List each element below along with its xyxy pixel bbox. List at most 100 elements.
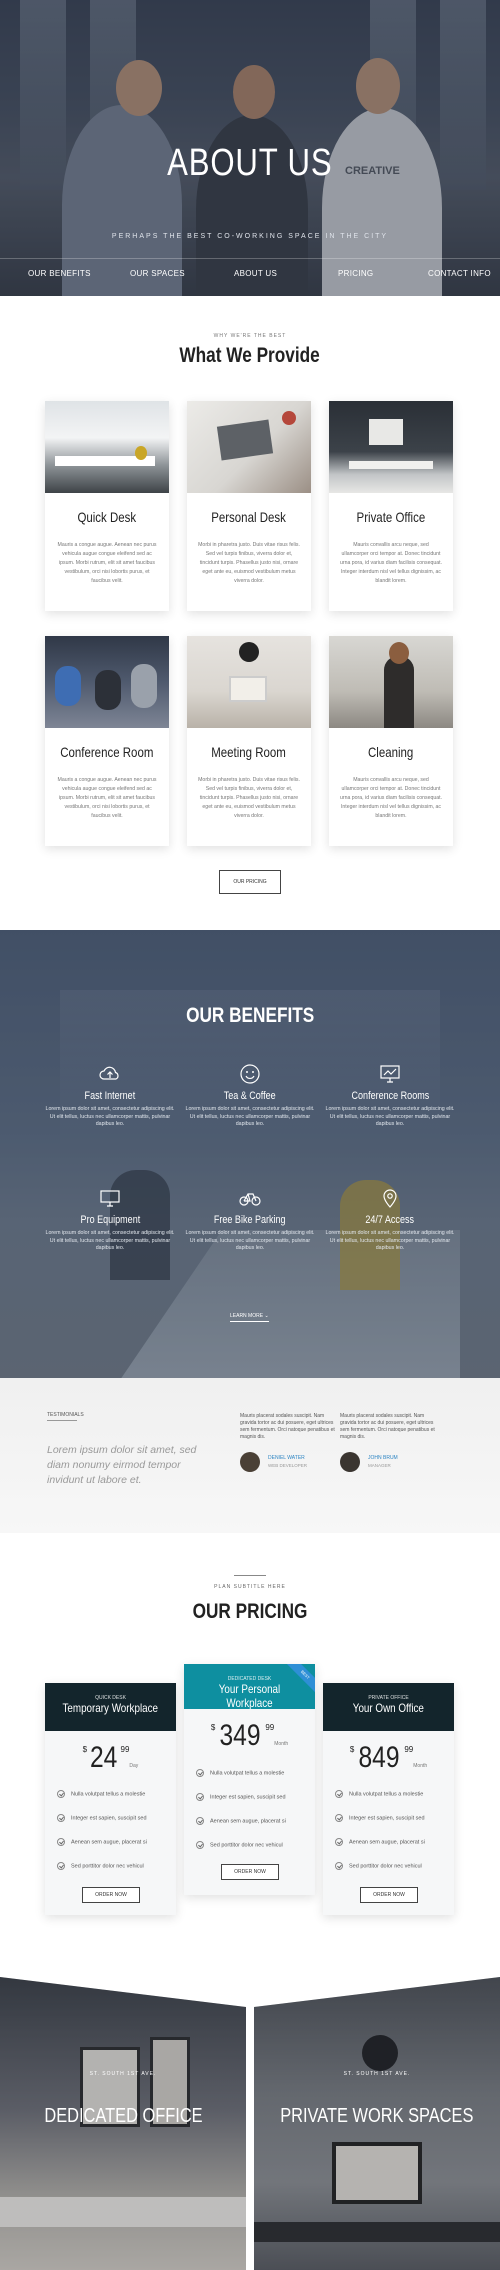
benefit-text: Lorem ipsum dolor sit amet, consectetur … — [45, 1230, 175, 1251]
plan-feature: Integer est sapien, suscipit sed — [57, 1814, 147, 1822]
monitor-icon — [100, 1190, 120, 1207]
testimonial-name: DENIEL WATER — [268, 1455, 305, 1461]
service-card-meeting-room[interactable]: Meeting Room Morbi in pharetra justo. Du… — [187, 636, 311, 846]
card-title: Personal Desk — [211, 509, 287, 525]
page-title: ABOUT US — [167, 142, 333, 184]
person-shape — [131, 664, 157, 708]
card-photo — [187, 636, 311, 728]
benefit-title: Pro Equipment — [80, 1214, 140, 1226]
divider — [234, 1575, 266, 1576]
benefit-title: Conference Rooms — [351, 1090, 429, 1102]
provide-kicker: WHY WE'RE THE BEST — [213, 333, 287, 339]
avatar — [240, 1452, 260, 1472]
check-icon — [196, 1793, 204, 1801]
plan-price: $349 99Month — [210, 1719, 289, 1752]
nav-pricing[interactable]: PRICING — [338, 269, 373, 278]
card-text: Mauris a congue augue. Aenean nec purus … — [57, 542, 157, 584]
testimonials-label: TESTIMONIALS — [47, 1412, 84, 1418]
order-now-button[interactable]: ORDER NOW — [221, 1864, 279, 1880]
plan-feature: Aenean sem augue, placerat si — [57, 1838, 147, 1846]
card-title: Cleaning — [368, 744, 414, 760]
panel-title: DEDICATED OFFICE — [43, 2105, 203, 2127]
card-title: Conference Room — [60, 744, 154, 760]
pricing-kicker: PLAN SUBTITLE HERE — [214, 1584, 286, 1590]
private-work-spaces-panel[interactable]: ST. SOUTH 1ST AVE. PRIVATE WORK SPACES — [254, 1977, 500, 2270]
order-now-button[interactable]: ORDER NOW — [360, 1887, 418, 1903]
order-now-button[interactable]: ORDER NOW — [82, 1887, 140, 1903]
frame-shape — [369, 419, 403, 445]
testimonials-quote: Lorem ipsum dolor sit amet, sed diam non… — [47, 1444, 197, 1486]
check-icon — [196, 1769, 204, 1777]
hero-subtitle: PERHAPS THE BEST CO-WORKING SPACE IN THE… — [111, 233, 389, 240]
card-text: Mauris a congue augue. Aenean nec purus … — [57, 777, 157, 819]
chevron-down-icon: ⌄ — [264, 1313, 269, 1319]
plan-feature: Aenean sem augue, placerat si — [335, 1838, 425, 1846]
plan-name: Your Own Office — [352, 1701, 425, 1715]
plan-feature: Sed porttitor dolor nec vehicul — [196, 1841, 283, 1849]
service-card-conference-room[interactable]: Conference Room Mauris a congue augue. A… — [45, 636, 169, 846]
person-shape — [384, 656, 414, 728]
service-card-cleaning[interactable]: Cleaning Mauris convallis arcu neque, se… — [329, 636, 453, 846]
plan-feature: Nulla volutpat tellus a molestie — [57, 1790, 145, 1798]
section-nav: OUR BENEFITS OUR SPACES ABOUT US PRICING… — [0, 258, 500, 290]
service-card-quick-desk[interactable]: Quick Desk Mauris a congue augue. Aenean… — [45, 401, 169, 611]
testimonial-text: Mauris placerat sodales suscipit. Nam gr… — [340, 1413, 435, 1440]
dedicated-office-panel[interactable]: ST. SOUTH 1ST AVE. DEDICATED OFFICE — [0, 1977, 246, 2270]
learn-more-link[interactable]: LEARN MORE ⌄ — [230, 1313, 269, 1322]
cloud-upload-icon — [99, 1066, 119, 1080]
pricing-title: OUR PRICING — [192, 1600, 308, 1623]
person-head — [389, 642, 409, 664]
card-text: Morbi in pharetra justo. Duis vitae risu… — [198, 777, 300, 819]
plan-card-own-office: PRIVATE OFFICE Your Own Office $849 99Mon… — [323, 1683, 454, 1915]
testimonial-role: MANAGER — [368, 1463, 391, 1468]
testimonial-text: Mauris placerat sodales suscipit. Nam gr… — [240, 1413, 335, 1440]
plan-feature: Nulla volutpat tellus a molestie — [196, 1769, 284, 1777]
person-shape — [95, 670, 121, 710]
plan-name: Your Personal Workplace — [218, 1682, 281, 1709]
plan-price: $849 99Month — [349, 1741, 428, 1774]
benefit-title: 24/7 Access — [365, 1214, 415, 1226]
benefits-section — [0, 930, 500, 1378]
check-icon — [57, 1862, 65, 1870]
benefits-overlay — [0, 930, 500, 1378]
check-icon — [335, 1790, 343, 1798]
divider — [47, 1420, 77, 1421]
check-icon — [196, 1841, 204, 1849]
benefit-text: Lorem ipsum dolor sit amet, consectetur … — [45, 1106, 175, 1127]
nav-about-us[interactable]: ABOUT US — [234, 269, 277, 278]
bicycle-icon — [239, 1193, 261, 1206]
clock-shape — [239, 642, 259, 662]
check-icon — [335, 1862, 343, 1870]
benefit-text: Lorem ipsum dolor sit amet, consectetur … — [325, 1230, 455, 1251]
card-photo — [45, 401, 169, 493]
benefit-pro-equipment: Pro Equipment Lorem ipsum dolor sit amet… — [45, 1186, 175, 1253]
card-title: Meeting Room — [211, 744, 287, 760]
plan-card-temporary: QUICK DESK Temporary Workplace $24 99Day … — [45, 1683, 176, 1915]
benefit-conference-rooms: Conference Rooms Lorem ipsum dolor sit a… — [325, 1062, 455, 1129]
plan-header: DEDICATED DESK Your Personal Workplace B… — [184, 1664, 315, 1709]
check-icon — [57, 1814, 65, 1822]
chair-shape — [135, 446, 147, 460]
person-shape — [55, 666, 81, 706]
map-pin-icon — [383, 1189, 397, 1208]
plan-header: PRIVATE OFFICE Your Own Office — [323, 1683, 454, 1731]
benefit-title: Tea & Coffee — [224, 1090, 276, 1102]
service-card-personal-desk[interactable]: Personal Desk Morbi in pharetra justo. D… — [187, 401, 311, 611]
benefit-text: Lorem ipsum dolor sit amet, consectetur … — [185, 1230, 315, 1251]
nav-contact-info[interactable]: CONTACT INFO — [428, 269, 491, 278]
desk-shape — [349, 461, 433, 469]
benefits-title: OUR BENEFITS — [185, 1004, 315, 1027]
card-text: Mauris convallis arcu neque, sed ullamco… — [339, 542, 443, 584]
check-icon — [196, 1817, 204, 1825]
smiley-icon — [240, 1064, 260, 1084]
our-pricing-button[interactable]: OUR PRICING — [219, 870, 281, 894]
service-card-private-office[interactable]: Private Office Mauris convallis arcu neq… — [329, 401, 453, 611]
benefit-free-bike-parking: Free Bike Parking Lorem ipsum dolor sit … — [185, 1186, 315, 1253]
card-photo — [329, 636, 453, 728]
benefit-tea-coffee: Tea & Coffee Lorem ipsum dolor sit amet,… — [185, 1062, 315, 1129]
card-text: Morbi in pharetra justo. Duis vitae risu… — [198, 542, 300, 584]
benefit-fast-internet: Fast Internet Lorem ipsum dolor sit amet… — [45, 1062, 175, 1129]
laptop-shape — [216, 419, 274, 461]
nav-our-spaces[interactable]: OUR SPACES — [130, 269, 185, 278]
nav-our-benefits[interactable]: OUR BENEFITS — [28, 269, 91, 278]
